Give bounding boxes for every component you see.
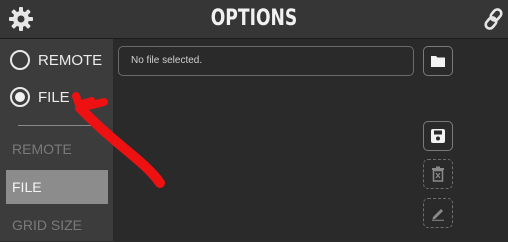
file-status-text: No file selected.: [131, 55, 203, 66]
radio-remote-label: REMOTE: [38, 51, 103, 69]
radio-checked-icon: [10, 87, 30, 107]
sidebar-item-grid-size[interactable]: GRID SIZE: [6, 208, 108, 242]
options-panel: OPTIONS REMOTE FILE REMOTE FILE GRID SIZ…: [0, 0, 508, 241]
file-path-field[interactable]: No file selected.: [118, 46, 414, 76]
radio-file-label: FILE: [38, 88, 70, 106]
radio-circle-icon: [10, 50, 30, 70]
radio-file[interactable]: FILE: [10, 84, 70, 110]
save-button[interactable]: [423, 121, 453, 151]
open-folder-button[interactable]: [423, 46, 453, 76]
radio-remote[interactable]: REMOTE: [10, 47, 102, 73]
sidebar: REMOTE FILE REMOTE FILE GRID SIZE: [0, 39, 113, 241]
delete-button[interactable]: [423, 159, 453, 189]
gear-icon[interactable]: [8, 6, 34, 32]
edit-button[interactable]: [423, 198, 453, 228]
sidebar-item-file[interactable]: FILE: [6, 170, 108, 204]
page-title: OPTIONS: [210, 6, 298, 31]
trash-icon: [432, 166, 444, 182]
sidebar-divider: [18, 125, 98, 126]
link-icon[interactable]: [482, 6, 506, 32]
save-icon: [431, 129, 445, 143]
sidebar-item-remote[interactable]: REMOTE: [6, 132, 108, 166]
header-bar: OPTIONS: [0, 0, 508, 39]
pencil-icon: [432, 209, 444, 221]
folder-icon: [431, 56, 445, 67]
